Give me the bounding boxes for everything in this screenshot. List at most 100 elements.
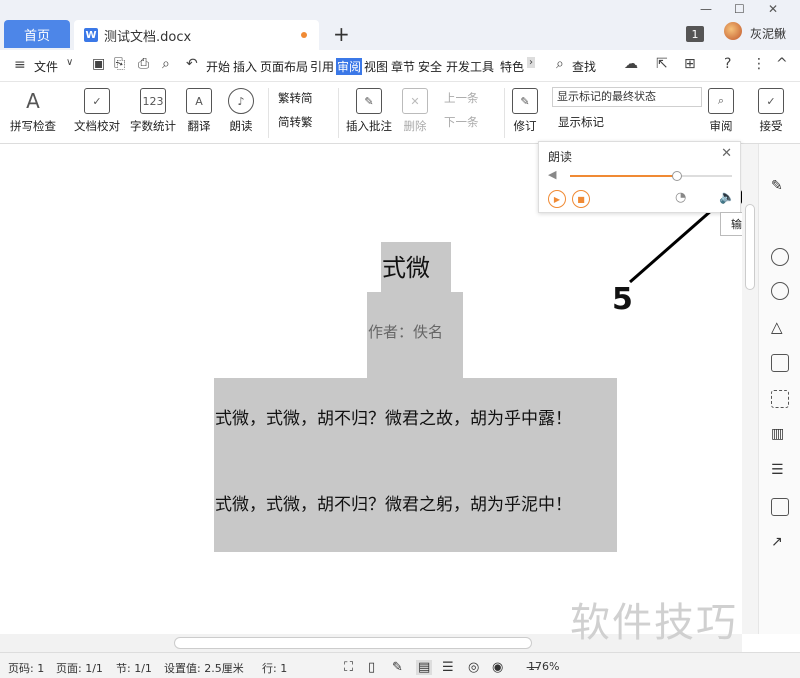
search-button[interactable]: 查找 — [572, 58, 596, 75]
document-canvas[interactable]: 式微 作者：佚名 式微，式微，胡不归？微君之故，胡为乎中露！ 式微，式微，胡不归… — [0, 144, 744, 634]
outline-view-icon[interactable]: ☰ — [442, 660, 454, 675]
show-markup-button[interactable]: 显示标记 — [558, 114, 604, 130]
close-panel-icon[interactable]: ✕ — [721, 146, 732, 161]
menu-insert[interactable]: 插入 — [233, 58, 257, 75]
wordcount-label: 字数统计 — [130, 119, 176, 133]
previous-comment-button[interactable]: 上一条 — [444, 90, 479, 106]
menu-view[interactable]: 视图 — [364, 58, 388, 75]
cloud-sync-icon[interactable]: ☁ — [624, 56, 638, 72]
award-icon[interactable] — [771, 248, 789, 266]
avatar[interactable] — [724, 22, 742, 40]
spellcheck-button[interactable]: A 拼写检查 — [10, 88, 56, 134]
maximize-icon[interactable]: ☐ — [734, 2, 745, 16]
volume-slider-track[interactable] — [570, 171, 732, 181]
status-page[interactable]: 页码: 1 — [8, 660, 44, 676]
reading-mode-icon[interactable]: ▯ — [368, 660, 375, 675]
export-icon[interactable]: ↗ — [771, 534, 789, 552]
accept-button[interactable]: ✓ 接受 — [758, 88, 784, 134]
play-icon[interactable]: ▶ — [548, 190, 566, 208]
stop-icon[interactable]: ■ — [572, 190, 590, 208]
template-icon[interactable]: ⊞ — [684, 56, 696, 72]
vertical-scroll-thumb[interactable] — [745, 204, 755, 290]
print-icon[interactable]: ⎙ — [138, 56, 149, 72]
menu-features[interactable]: 特色 — [500, 58, 524, 75]
window-count-badge[interactable]: 1 — [686, 26, 704, 42]
accept-icon: ✓ — [758, 88, 784, 114]
export-pdf-icon[interactable]: ⎘ — [114, 56, 125, 72]
poem-line-2[interactable]: 式微，式微，胡不归？微君之躬，胡为乎泥中！ — [215, 490, 572, 515]
vertical-scrollbar[interactable] — [742, 144, 758, 634]
accept-label: 接受 — [759, 119, 783, 133]
search-icon[interactable]: ⌕ — [556, 56, 564, 72]
pen-icon[interactable]: ✎ — [771, 178, 789, 196]
proofread-icon: ✓ — [84, 88, 110, 114]
share-icon[interactable]: ⇱ — [656, 56, 668, 72]
review-button[interactable]: ⌕ 审阅 — [708, 88, 734, 134]
fullscreen-icon[interactable]: ⛶ — [344, 660, 353, 675]
proofread-button[interactable]: ✓ 文档校对 — [74, 88, 120, 134]
output-audio-icon[interactable]: 🔈 — [719, 190, 735, 205]
collapse-ribbon-icon[interactable]: ^ — [776, 56, 788, 72]
web-view-icon[interactable]: ◎ — [468, 660, 479, 675]
save-icon[interactable]: ▣ — [92, 56, 105, 72]
minimize-icon[interactable]: — — [700, 2, 712, 16]
menu-security[interactable]: 安全 — [418, 58, 442, 75]
ribbon-divider — [338, 88, 339, 138]
hamburger-icon[interactable]: ≡ — [14, 57, 26, 73]
display-mode-select[interactable]: 显示标记的最终状态 — [552, 87, 702, 107]
grid-apps-icon[interactable] — [771, 390, 789, 408]
menu-page-layout[interactable]: 页面布局 — [260, 58, 308, 75]
image-icon[interactable] — [771, 498, 789, 516]
help-icon[interactable]: ? — [724, 56, 731, 72]
undo-icon[interactable]: ↶ — [186, 56, 198, 72]
document-title[interactable]: 式微 — [382, 248, 430, 283]
menu-developer[interactable]: 开发工具 — [446, 58, 494, 75]
zoom-level[interactable]: 176% — [528, 660, 559, 673]
pen-mode-icon[interactable]: ✎ — [392, 660, 403, 675]
status-section[interactable]: 节: 1/1 — [116, 660, 152, 676]
chevron-down-icon[interactable]: ∨ — [66, 57, 73, 68]
status-pages[interactable]: 页面: 1/1 — [56, 660, 103, 676]
new-tab-button[interactable]: + — [333, 22, 350, 46]
menu-more-icon[interactable]: › — [527, 57, 535, 68]
menu-start[interactable]: 开始 — [206, 58, 230, 75]
horizontal-scroll-thumb[interactable] — [174, 637, 532, 649]
read-aloud-button[interactable]: ♪ 朗读 — [228, 88, 254, 134]
speed-icon[interactable]: ◔ — [675, 190, 686, 205]
menu-references[interactable]: 引用 — [310, 58, 334, 75]
volume-icon: ◀ — [548, 168, 557, 181]
page-view-icon[interactable]: ▤ — [416, 660, 433, 675]
volume-slider-knob[interactable] — [671, 171, 682, 181]
menu-chapter[interactable]: 章节 — [391, 58, 415, 75]
document-author[interactable]: 作者：佚名 — [368, 321, 443, 342]
eye-protection-icon[interactable]: ◉ — [492, 660, 503, 675]
table-icon[interactable] — [771, 354, 789, 372]
translate-button[interactable]: A 翻译 — [186, 88, 212, 134]
triangle-layers-icon[interactable]: △ — [771, 318, 789, 336]
revise-icon: ✎ — [512, 88, 538, 114]
simp-to-trad-button[interactable]: 简转繁 — [278, 114, 313, 130]
delete-label: 删除 — [403, 119, 427, 133]
status-row[interactable]: 行: 1 — [262, 660, 287, 676]
insert-comment-button[interactable]: ✎ 插入批注 — [346, 88, 392, 134]
shapes-icon[interactable] — [771, 282, 789, 300]
menu-file[interactable]: 文件 — [34, 58, 58, 75]
next-comment-button[interactable]: 下一条 — [444, 114, 479, 130]
tab-document[interactable]: W 测试文档.docx — [74, 20, 319, 50]
chart-icon[interactable]: ▥ — [771, 426, 789, 444]
menu-review[interactable]: 审阅 — [336, 58, 363, 75]
tab-home[interactable]: 首页 — [4, 20, 70, 48]
revise-button[interactable]: ✎ 修订 — [512, 88, 538, 134]
status-setting[interactable]: 设置值: 2.5厘米 — [164, 660, 244, 676]
print-preview-icon[interactable]: ⌕ — [162, 56, 170, 72]
sliders-icon[interactable]: ☰ — [771, 462, 789, 480]
close-window-icon[interactable]: ✕ — [768, 2, 778, 16]
delete-comment-button[interactable]: ✕ 删除 — [402, 88, 428, 134]
trad-to-simp-button[interactable]: 繁转简 — [278, 90, 313, 106]
more-options-icon[interactable]: ⋮ — [752, 56, 766, 72]
read-aloud-label: 朗读 — [229, 119, 253, 133]
wordcount-button[interactable]: 123 字数统计 — [130, 88, 176, 134]
poem-line-1[interactable]: 式微，式微，胡不归？微君之故，胡为乎中露！ — [215, 404, 572, 429]
user-name[interactable]: 灰泥鳅 — [750, 25, 786, 42]
ribbon-divider — [268, 88, 269, 138]
